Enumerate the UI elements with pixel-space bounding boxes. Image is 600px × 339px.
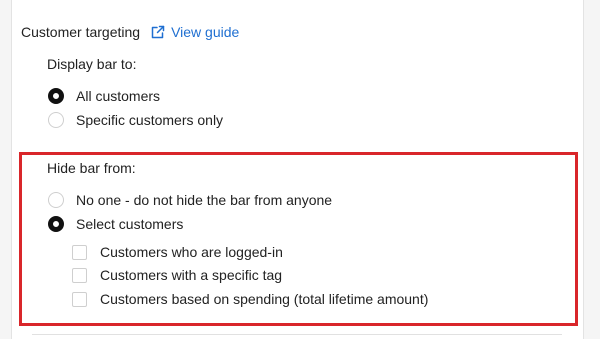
hide-bar-label: Hide bar from: (47, 160, 136, 176)
radio-unselected-icon[interactable] (48, 192, 64, 208)
radio-specific-customers[interactable]: Specific customers only (48, 112, 223, 128)
view-guide-link[interactable]: View guide (171, 24, 239, 40)
radio-unselected-icon[interactable] (48, 112, 64, 128)
radio-label: All customers (76, 88, 161, 104)
radio-label: Specific customers only (76, 112, 224, 128)
bottom-divider (32, 334, 562, 335)
radio-label: No one - do not hide the bar from anyone (76, 192, 333, 208)
external-link-icon[interactable] (150, 24, 166, 40)
checkbox-icon[interactable] (72, 267, 87, 283)
checkbox-spending[interactable]: Customers based on spending (total lifet… (72, 291, 428, 307)
checkbox-label: Customers based on spending (total lifet… (100, 291, 429, 307)
radio-selected-icon[interactable] (48, 216, 64, 232)
section-title: Customer targeting (21, 24, 141, 40)
radio-select-customers[interactable]: Select customers (48, 216, 183, 232)
radio-no-one[interactable]: No one - do not hide the bar from anyone (48, 192, 332, 208)
customer-targeting-header: Customer targeting View guide (21, 22, 239, 42)
radio-label: Select customers (76, 216, 184, 232)
checkbox-logged-in[interactable]: Customers who are logged-in (72, 244, 283, 260)
radio-all-customers[interactable]: All customers (48, 88, 160, 104)
checkbox-icon[interactable] (72, 244, 87, 260)
checkbox-specific-tag[interactable]: Customers with a specific tag (72, 267, 282, 283)
checkbox-icon[interactable] (72, 291, 87, 307)
checkbox-label: Customers with a specific tag (100, 267, 283, 283)
checkbox-label: Customers who are logged-in (100, 244, 283, 260)
radio-selected-icon[interactable] (48, 88, 64, 104)
display-bar-label: Display bar to: (47, 56, 137, 72)
